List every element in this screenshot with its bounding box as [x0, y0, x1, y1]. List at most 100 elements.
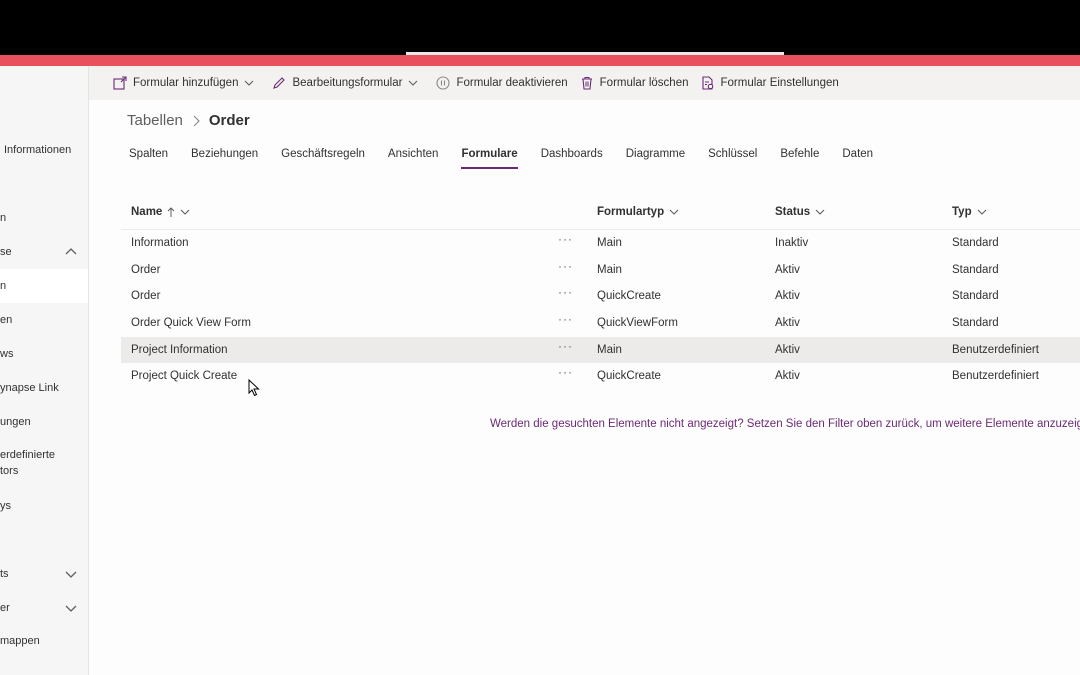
cell-status: Aktiv: [775, 317, 800, 330]
chevron-down-icon: [65, 605, 77, 612]
table-row[interactable]: Order Quick View Form ··· QuickViewForm …: [121, 310, 1080, 337]
cell-formtype: QuickCreate: [597, 370, 661, 383]
cell-formtype: QuickCreate: [597, 290, 661, 303]
nav-item-label: er: [0, 602, 10, 614]
cell-formtype: Main: [597, 343, 622, 356]
tab-beziehungen[interactable]: Beziehungen: [191, 148, 258, 166]
tab-dashboards[interactable]: Dashboards: [541, 148, 603, 166]
deactivate-form-label: Formular deaktivieren: [456, 77, 568, 89]
table-row[interactable]: Project Quick Create ··· QuickCreate Akt…: [121, 363, 1080, 390]
nav-item-label: n: [0, 212, 7, 224]
nav-item-label: Informationen: [4, 144, 72, 156]
nav-item-group-collapsed-2[interactable]: er: [0, 591, 88, 625]
cell-name[interactable]: Order: [131, 290, 160, 302]
column-header-label: Typ: [952, 206, 972, 218]
delete-form-label: Formular löschen: [599, 77, 689, 89]
nav-item-4[interactable]: en: [0, 303, 88, 337]
video-top-bar: [0, 0, 1080, 58]
sort-ascending-icon: [167, 206, 175, 217]
nav-item-label: ws: [0, 348, 14, 360]
cell-name[interactable]: Project Quick Create: [131, 370, 237, 382]
cell-status: Aktiv: [775, 370, 800, 383]
cell-name[interactable]: Order Quick View Form: [131, 317, 251, 329]
nav-item-5[interactable]: ws: [0, 337, 88, 371]
forms-table: Name Formulartyp Status Typ Information …: [121, 196, 1080, 390]
chevron-right-icon: [193, 115, 200, 126]
nav-item-label-line2: tors: [0, 465, 19, 477]
nav-item-7[interactable]: ungen: [0, 405, 88, 439]
cell-status: Inaktiv: [775, 237, 809, 249]
page-title: Order: [208, 112, 250, 129]
more-options-icon[interactable]: ···: [558, 232, 573, 246]
form-settings-icon: [701, 76, 713, 90]
nav-item-label: ys: [0, 500, 11, 512]
column-header-formtype[interactable]: Formulartyp: [597, 206, 679, 218]
chevron-down-icon: [815, 209, 825, 215]
nav-item-informationen[interactable]: Informationen: [0, 133, 88, 167]
more-options-icon[interactable]: ···: [558, 259, 573, 273]
tab-geschaeftsregeln[interactable]: Geschäftsregeln: [281, 148, 365, 166]
tab-schluessel[interactable]: Schlüssel: [708, 148, 757, 166]
cell-name[interactable]: Information: [131, 237, 189, 249]
column-header-name[interactable]: Name: [131, 206, 190, 218]
more-options-icon[interactable]: ···: [558, 365, 573, 379]
nav-item-label: en: [0, 314, 13, 326]
tab-daten[interactable]: Daten: [842, 148, 873, 166]
pause-circle-icon: [436, 76, 450, 90]
chevron-down-icon: [65, 571, 77, 578]
mouse-cursor-icon: [248, 379, 260, 397]
more-options-icon[interactable]: ···: [558, 312, 573, 326]
delete-form-button[interactable]: Formular löschen: [580, 76, 689, 90]
breadcrumb-tables-link[interactable]: Tabellen: [127, 112, 183, 129]
chevron-down-icon: [180, 209, 190, 215]
nav-item-label: ynapse Link: [0, 382, 59, 394]
table-row[interactable]: Order ··· QuickCreate Aktiv Standard: [121, 283, 1080, 310]
tab-ansichten[interactable]: Ansichten: [388, 148, 439, 166]
column-header-label: Status: [775, 206, 811, 218]
edit-form-label: Bearbeitungsformular: [292, 77, 403, 89]
tab-diagramme[interactable]: Diagramme: [626, 148, 685, 166]
nav-item-label: se: [0, 246, 12, 258]
more-options-icon[interactable]: ···: [558, 339, 573, 353]
cell-type: Standard: [952, 263, 999, 276]
table-row[interactable]: Order ··· Main Aktiv Standard: [121, 257, 1080, 284]
nav-item-synapse-link[interactable]: ynapse Link: [0, 371, 88, 405]
table-row[interactable]: Information ··· Main Inaktiv Standard: [121, 230, 1080, 257]
filter-reset-notice-link[interactable]: Werden die gesuchten Elemente nicht ange…: [490, 418, 1080, 430]
chevron-down-icon: [977, 209, 986, 215]
edit-form-button[interactable]: Bearbeitungsformular: [272, 76, 424, 90]
cell-type: Standard: [952, 237, 999, 249]
tab-befehle[interactable]: Befehle: [780, 148, 819, 166]
cell-type: Standard: [952, 317, 999, 330]
pencil-icon: [273, 77, 286, 89]
chevron-down-icon: [669, 209, 679, 215]
table-row-highlighted[interactable]: Project Information ··· Main Aktiv Benut…: [121, 336, 1080, 364]
tab-formulare[interactable]: Formulare: [461, 148, 518, 169]
cell-name[interactable]: Order: [131, 264, 160, 276]
column-header-label: Name: [131, 206, 163, 218]
chevron-down-icon: [409, 80, 418, 86]
trash-icon: [581, 76, 592, 90]
cell-name[interactable]: Project Information: [131, 344, 228, 356]
nav-item-label-line1: erdefinierte: [0, 449, 56, 461]
nav-item-9[interactable]: ys: [0, 489, 88, 523]
column-header-status[interactable]: Status: [775, 206, 825, 218]
more-options-icon[interactable]: ···: [558, 285, 573, 299]
table-header: Name Formulartyp Status Typ: [121, 196, 1080, 230]
nav-item-custom-connectors[interactable]: erdefinierte tors: [0, 447, 88, 479]
deactivate-form-button[interactable]: Formular deaktivieren: [436, 76, 568, 90]
add-form-icon: [113, 76, 127, 90]
cell-type: Standard: [952, 290, 999, 303]
column-header-type[interactable]: Typ: [952, 206, 987, 218]
nav-item-group-expanded[interactable]: se: [0, 235, 88, 269]
form-settings-button[interactable]: Formular Einstellungen: [701, 76, 839, 90]
tab-spalten[interactable]: Spalten: [129, 148, 168, 166]
nav-item-active[interactable]: n: [0, 269, 88, 303]
nav-item-group-collapsed-1[interactable]: ts: [0, 557, 88, 591]
app-area: Informationen n se n en ws ynapse Link u…: [0, 66, 1080, 675]
nav-item-1[interactable]: n: [0, 201, 88, 235]
nav-item-label: ts: [0, 568, 9, 580]
nav-item-12[interactable]: mappen: [0, 624, 88, 658]
cell-status: Aktiv: [775, 343, 800, 356]
add-form-button[interactable]: Formular hinzufügen: [113, 76, 260, 90]
